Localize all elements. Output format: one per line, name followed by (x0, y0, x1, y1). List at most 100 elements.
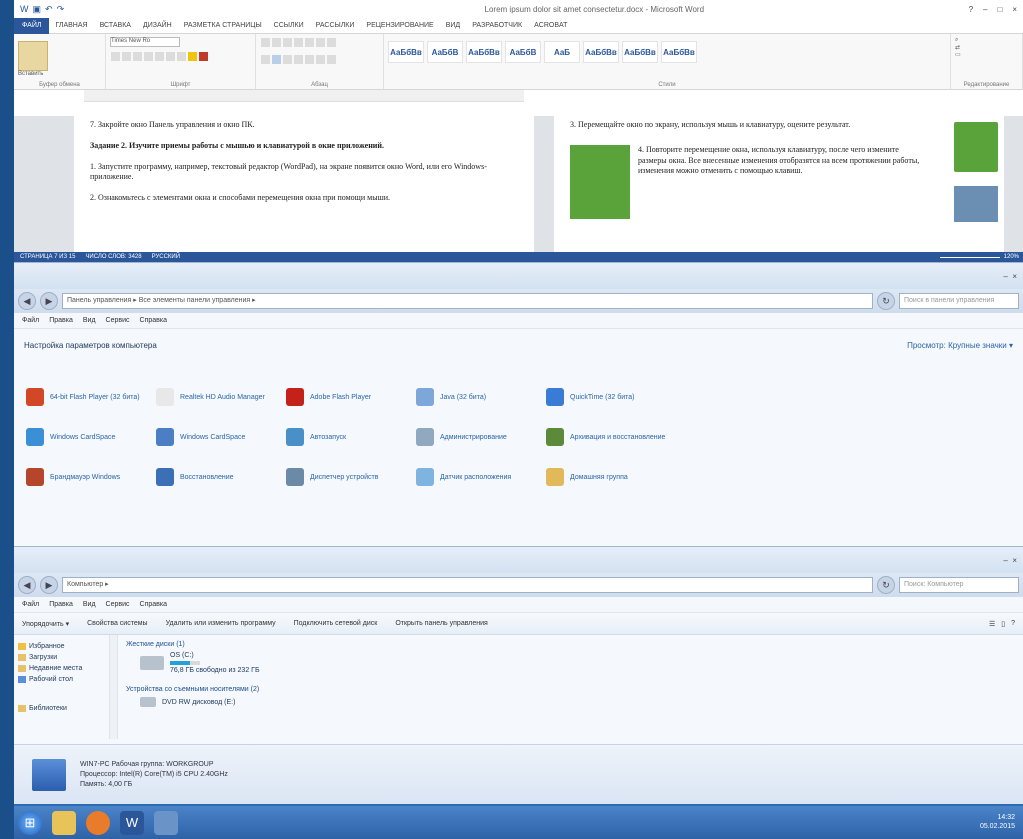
preview-pane-icon[interactable]: ▯ (1001, 620, 1005, 628)
save-icon[interactable]: ▣ (33, 4, 42, 15)
borders-icon[interactable] (327, 55, 336, 64)
dvd-item[interactable]: DVD RW дисковод (E:) (140, 697, 1015, 707)
control-panel-item[interactable]: Восстановление (156, 464, 286, 490)
forward-icon[interactable]: ▶ (40, 576, 58, 594)
text-effects-icon[interactable] (177, 52, 186, 61)
superscript-icon[interactable] (166, 52, 175, 61)
tab-view[interactable]: ВИД (440, 22, 466, 29)
underline-icon[interactable] (133, 52, 142, 61)
control-panel-item[interactable]: Архивация и восстановление (546, 424, 676, 450)
drive-item[interactable]: OS (C:) 76,8 ГБ свободно из 232 ГБ (140, 652, 1015, 674)
style-normal[interactable]: АаБбВв (388, 41, 424, 63)
nav-favorites[interactable]: Избранное (18, 643, 109, 650)
search-input[interactable]: Поиск в панели управления (899, 293, 1019, 309)
tab-page-layout[interactable]: РАЗМЕТКА СТРАНИЦЫ (178, 22, 268, 29)
help-icon[interactable]: ? (969, 5, 973, 14)
sort-icon[interactable] (316, 38, 325, 47)
help-icon[interactable]: ? (1011, 620, 1015, 628)
minimize-icon[interactable]: – (1003, 556, 1007, 565)
undo-icon[interactable]: ↶ (45, 4, 53, 15)
control-panel-item[interactable]: Диспетчер устройств (286, 464, 416, 490)
font-name-box[interactable]: Times New Ro (110, 37, 180, 47)
style-no-spacing[interactable]: АаБбВ (427, 41, 463, 63)
font-color-icon[interactable] (199, 52, 208, 61)
nav-libraries[interactable]: Библиотеки (18, 705, 109, 712)
address-bar[interactable]: Панель управления ▸ Все элементы панели … (62, 293, 873, 309)
control-panel-item[interactable]: Java (32 бита) (416, 384, 546, 410)
menu-help[interactable]: Справка (140, 317, 167, 324)
control-panel-item[interactable]: Администрирование (416, 424, 546, 450)
menu-edit[interactable]: Правка (49, 601, 73, 608)
change-view-icon[interactable]: ☰ (989, 620, 995, 628)
control-panel-item[interactable]: Датчик расположения (416, 464, 546, 490)
control-panel-item[interactable]: Realtek HD Audio Manager (156, 384, 286, 410)
system-tray-clock[interactable]: 14:32 05.02.2015 (980, 814, 1023, 831)
select-icon[interactable]: ▭ (955, 51, 1018, 58)
status-language[interactable]: РУССКИЙ (152, 254, 180, 260)
explorer-taskbar-icon[interactable] (52, 810, 76, 835)
shading-icon[interactable] (316, 55, 325, 64)
control-panel-item[interactable]: Windows CardSpace (156, 424, 286, 450)
uninstall-program-button[interactable]: Удалить или изменить программу (166, 620, 276, 627)
control-panel-item[interactable]: Домашняя группа (546, 464, 676, 490)
show-marks-icon[interactable] (327, 38, 336, 47)
bold-icon[interactable] (111, 52, 120, 61)
close-icon[interactable]: × (1012, 272, 1017, 281)
style-heading-1[interactable]: АаБбВв (466, 41, 502, 63)
nav-desktop[interactable]: Рабочий стол (18, 676, 109, 683)
map-network-drive-button[interactable]: Подключить сетевой диск (294, 620, 378, 627)
status-page[interactable]: СТРАНИЦА 7 ИЗ 15 (20, 254, 75, 260)
style-subtitle[interactable]: АаБбВв (583, 41, 619, 63)
nav-downloads[interactable]: Загрузки (18, 654, 109, 661)
menu-file[interactable]: Файл (22, 601, 39, 608)
nav-recent[interactable]: Недавние места (18, 665, 109, 672)
group-header-removable[interactable]: Устройства со съемными носителями (2) (126, 686, 1015, 693)
close-icon[interactable]: × (1012, 556, 1017, 565)
style-title[interactable]: АаБ (544, 41, 580, 63)
word-app-icon[interactable]: W (20, 4, 29, 15)
view-by-dropdown[interactable]: Просмотр: Крупные значки ▾ (907, 341, 1013, 350)
tab-file[interactable]: ФАЙЛ (14, 17, 50, 34)
align-center-icon[interactable] (272, 55, 281, 64)
style-heading-2[interactable]: АаБбВ (505, 41, 541, 63)
refresh-icon[interactable]: ↻ (877, 576, 895, 594)
horizontal-ruler[interactable] (84, 90, 524, 102)
word-taskbar-icon[interactable]: W (120, 810, 144, 835)
menu-view[interactable]: Вид (83, 317, 96, 324)
redo-icon[interactable]: ↷ (57, 4, 65, 15)
control-panel-item[interactable]: Adobe Flash Player (286, 384, 416, 410)
menu-help[interactable]: Справка (140, 601, 167, 608)
minimize-icon[interactable]: – (1003, 272, 1007, 281)
status-words[interactable]: ЧИСЛО СЛОВ: 3428 (85, 254, 141, 260)
italic-icon[interactable] (122, 52, 131, 61)
open-control-panel-button[interactable]: Открыть панель управления (395, 620, 488, 627)
find-icon[interactable]: ⌕ (955, 37, 1018, 44)
control-panel-item[interactable]: Windows CardSpace (26, 424, 156, 450)
browser-taskbar-icon[interactable] (86, 810, 110, 835)
zoom-level[interactable]: 120% (1004, 254, 1019, 260)
document-page-right[interactable]: 3. Перемещайте окно по экрану, используя… (554, 116, 1004, 258)
document-page-left[interactable]: 7. Закройте окно Панель управления и окн… (74, 116, 534, 258)
menu-file[interactable]: Файл (22, 317, 39, 324)
tab-acrobat[interactable]: ACROBAT (528, 22, 573, 29)
refresh-icon[interactable]: ↻ (877, 292, 895, 310)
tab-design[interactable]: ДИЗАЙН (137, 22, 178, 29)
zoom-slider[interactable] (939, 256, 1000, 258)
style-emphasis[interactable]: АаБбВв (622, 41, 658, 63)
highlight-icon[interactable] (188, 52, 197, 61)
justify-icon[interactable] (294, 55, 303, 64)
address-bar[interactable]: Компьютер ▸ (62, 577, 873, 593)
menu-view[interactable]: Вид (83, 601, 96, 608)
system-properties-button[interactable]: Свойства системы (87, 620, 147, 627)
style-strong[interactable]: АаБбВв (661, 41, 697, 63)
control-panel-item[interactable]: Автозапуск (286, 424, 416, 450)
menu-tools[interactable]: Сервис (106, 601, 130, 608)
tab-references[interactable]: ССЫЛКИ (268, 22, 310, 29)
tab-developer[interactable]: РАЗРАБОТЧИК (466, 22, 528, 29)
increase-indent-icon[interactable] (305, 38, 314, 47)
navigation-scrollbar[interactable] (110, 635, 118, 739)
forward-icon[interactable]: ▶ (40, 292, 58, 310)
bullets-icon[interactable] (261, 38, 270, 47)
menu-edit[interactable]: Правка (49, 317, 73, 324)
control-panel-item[interactable]: 64-bit Flash Player (32 бита) (26, 384, 156, 410)
